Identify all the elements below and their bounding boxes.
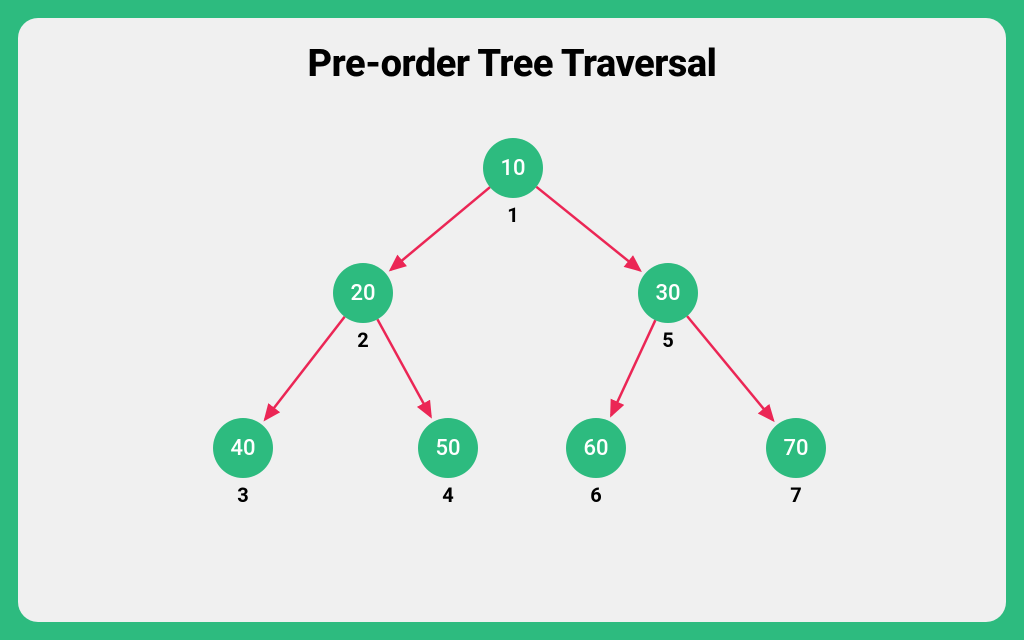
edge-arrow	[687, 316, 773, 420]
tree-node-40: 40	[213, 418, 273, 478]
tree-node-20: 20	[333, 263, 393, 323]
tree-node-60: 60	[566, 418, 626, 478]
node-order-7: 7	[790, 483, 801, 507]
node-order-5: 5	[662, 328, 673, 352]
node-value: 60	[583, 436, 608, 461]
node-value: 40	[230, 436, 255, 461]
node-order-3: 3	[237, 483, 248, 507]
node-value: 30	[655, 281, 680, 306]
diagram-canvas: Pre-order Tree Traversal 10 1 20 2 30 5 …	[18, 18, 1006, 622]
node-order-6: 6	[590, 483, 601, 507]
edge-arrow	[391, 187, 490, 270]
tree-node-30: 30	[638, 263, 698, 323]
tree-node-70: 70	[766, 418, 826, 478]
node-value: 10	[500, 156, 525, 181]
node-value: 70	[783, 436, 808, 461]
node-value: 20	[350, 281, 375, 306]
edges-layer	[18, 18, 1006, 622]
tree-node-10: 10	[483, 138, 543, 198]
edge-arrow	[377, 319, 430, 416]
node-order-4: 4	[442, 483, 453, 507]
tree-node-50: 50	[418, 418, 478, 478]
node-order-2: 2	[357, 328, 368, 352]
edge-arrow	[536, 187, 640, 271]
diagram-title: Pre-order Tree Traversal	[18, 18, 1006, 86]
node-value: 50	[435, 436, 460, 461]
edge-arrow	[265, 317, 345, 420]
edge-arrow	[611, 320, 655, 415]
node-order-1: 1	[507, 203, 518, 227]
